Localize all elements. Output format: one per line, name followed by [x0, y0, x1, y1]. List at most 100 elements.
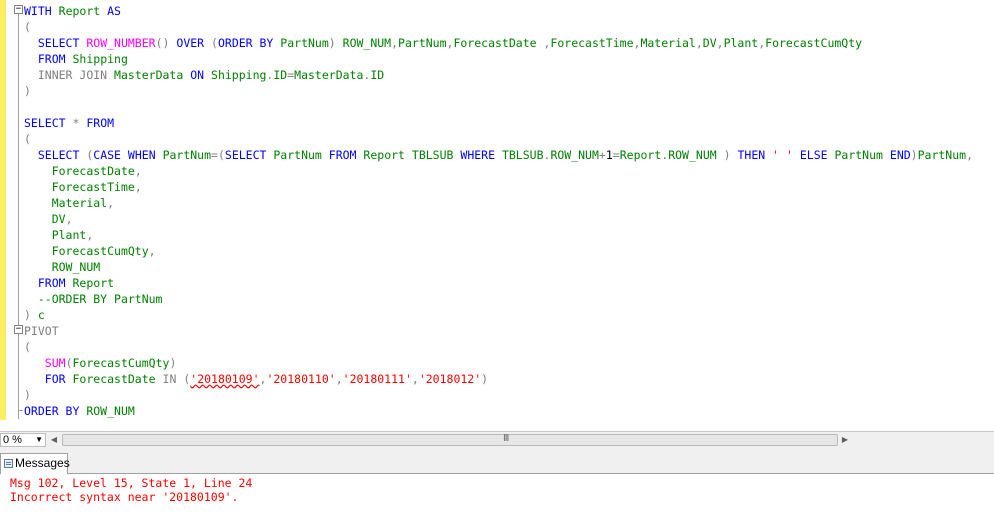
code-token: SELECT	[24, 116, 66, 130]
code-token: SUM	[44, 356, 66, 370]
code-line[interactable]: WITH Report AS	[24, 3, 973, 19]
code-token: Material	[51, 196, 108, 210]
code-line[interactable]: )	[24, 83, 973, 99]
code-token: FROM	[328, 148, 357, 162]
code-token: )	[24, 308, 31, 322]
code-line[interactable]: (	[24, 19, 973, 35]
code-token: '20180110'	[266, 372, 336, 386]
code-token: =	[612, 148, 620, 162]
code-line[interactable]: (	[24, 131, 973, 147]
code-token: WHERE	[460, 148, 496, 162]
code-line[interactable]: INNER JOIN MasterData ON Shipping.ID=Mas…	[24, 67, 973, 83]
zoom-dropdown[interactable]: 0 % ▼	[0, 433, 46, 447]
code-line[interactable]: ROW_NUM	[24, 259, 973, 275]
horizontal-scrollbar[interactable]: III	[62, 433, 838, 447]
code-token: Report	[363, 148, 405, 162]
code-line[interactable]: SELECT ROW_NUMBER() OVER (ORDER BY PartN…	[24, 35, 973, 51]
code-token: ,	[716, 36, 724, 50]
code-line[interactable]: ORDER BY ROW_NUM	[24, 403, 973, 419]
code-token: ROW_NUM	[342, 36, 392, 50]
code-token: Material	[640, 36, 696, 50]
code-line[interactable]: FOR ForecastDate IN ('20180109','2018011…	[24, 371, 973, 387]
collapse-with-icon[interactable]: −	[14, 5, 23, 14]
results-panel: Messages Msg 102, Level 15, State 1, Lin…	[0, 448, 994, 526]
scrollbar-thumb[interactable]: III	[62, 433, 838, 446]
change-margin	[0, 0, 6, 420]
code-token: SELECT	[224, 148, 267, 162]
code-line[interactable]: )	[24, 387, 973, 403]
code-token: Report	[58, 4, 101, 18]
code-line[interactable]: (	[24, 339, 973, 355]
code-token: SELECT	[37, 36, 80, 50]
code-token: )	[24, 388, 31, 402]
code-token: c	[37, 308, 45, 322]
code-token: '2018012'	[418, 372, 482, 386]
code-line[interactable]: SELECT * FROM	[24, 115, 973, 131]
code-line[interactable]: SELECT (CASE WHEN PartNum=(SELECT PartNu…	[24, 147, 973, 163]
code-token: ,	[335, 372, 343, 386]
scrollbar-spacer	[853, 433, 994, 447]
code-token: SELECT	[37, 148, 80, 162]
triangle-right-icon[interactable]: ▶	[838, 433, 852, 447]
collapse-pivot-icon[interactable]: −	[14, 325, 23, 334]
code-line[interactable]: PIVOT	[24, 323, 973, 339]
code-token: )	[723, 148, 731, 162]
code-token: (	[65, 356, 73, 370]
code-line[interactable]: ) c	[24, 307, 973, 323]
code-line[interactable]: FROM Shipping	[24, 51, 973, 67]
code-token: ,	[148, 244, 156, 258]
code-token: (	[211, 36, 218, 50]
code-token: FOR	[44, 372, 66, 386]
code-token: ROW_NUMBER	[86, 36, 156, 50]
code-token: PartNum	[162, 148, 212, 162]
code-line[interactable]: FROM Report	[24, 275, 973, 291]
triangle-left-icon[interactable]: ◀	[47, 433, 61, 447]
code-line[interactable]: Material,	[24, 195, 973, 211]
code-token: DV	[51, 212, 66, 226]
code-token: PartNum	[834, 148, 883, 162]
triangle-down-icon[interactable]: ▼	[35, 434, 43, 446]
sql-code[interactable]: WITH Report AS( SELECT ROW_NUMBER() OVER…	[24, 3, 973, 419]
code-token: ForecastCumQty	[72, 356, 170, 370]
code-token: ROW_NUM	[86, 404, 135, 418]
code-line[interactable]: ForecastDate,	[24, 163, 973, 179]
code-token: PartNum	[273, 148, 322, 162]
query-editor[interactable]: − − WITH Report AS( SELECT ROW_NUMBER() …	[0, 0, 994, 430]
code-line[interactable]: SUM(ForecastCumQty)	[24, 355, 973, 371]
code-token: ,	[86, 228, 94, 242]
code-token: ID	[370, 68, 385, 82]
code-token: ForecastCumQty	[51, 244, 149, 258]
code-line[interactable]: ForecastCumQty,	[24, 243, 973, 259]
fold-guide	[18, 14, 19, 419]
tab-messages[interactable]: Messages	[0, 453, 70, 474]
code-token: =(	[211, 148, 225, 162]
code-token: )	[24, 84, 31, 98]
code-token: ,	[65, 212, 73, 226]
code-line[interactable]: --ORDER BY PartNum	[24, 291, 973, 307]
code-token: 1	[605, 148, 613, 162]
code-token: FROM	[37, 52, 66, 66]
code-token: PartNum	[917, 148, 967, 162]
code-token: ()	[155, 36, 170, 50]
code-line[interactable]: ForecastTime,	[24, 179, 973, 195]
code-line[interactable]	[24, 99, 973, 115]
code-token: Plant	[51, 228, 87, 242]
code-token: ,	[411, 372, 419, 386]
code-token: ForecastTime	[51, 180, 135, 194]
code-line[interactable]: DV,	[24, 211, 973, 227]
code-line[interactable]: Plant,	[24, 227, 973, 243]
code-token: ForecastTime	[550, 36, 634, 50]
code-token: ROW_NUM	[550, 148, 599, 162]
code-token: )	[910, 148, 918, 162]
